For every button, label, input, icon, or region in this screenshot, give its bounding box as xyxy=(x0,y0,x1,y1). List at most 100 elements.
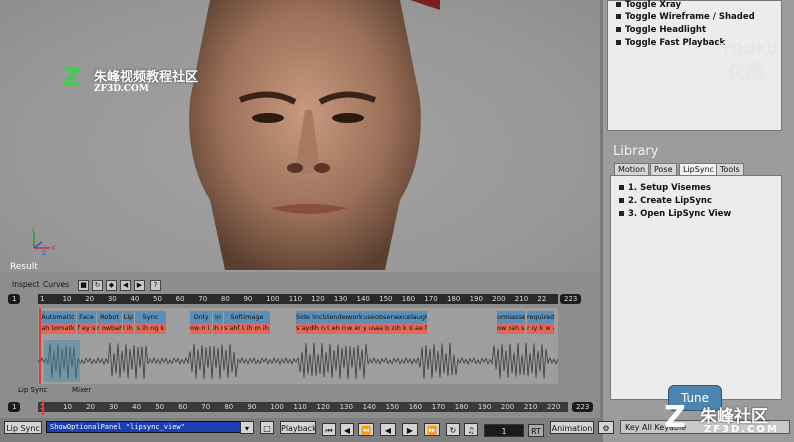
go-start-icon[interactable]: ⏮ xyxy=(322,423,336,436)
ruler-tick-label: 160 xyxy=(401,295,416,303)
toggle-headlight[interactable]: Toggle Headlight xyxy=(616,25,706,35)
ruler-tick-label: 130 xyxy=(339,403,353,411)
prev-frame-icon[interactable]: ◀ xyxy=(340,423,354,436)
help-icon[interactable]: ? xyxy=(150,280,161,291)
toggle-wireframe[interactable]: Toggle Wireframe / Shaded xyxy=(616,12,755,22)
library-item-setup-visemes[interactable]: 1. Setup Visemes xyxy=(619,183,711,193)
ruler-tick-label: 20 xyxy=(85,295,95,303)
command-history-icon[interactable]: ▾ xyxy=(240,421,254,434)
ruler-tick-label: 30 xyxy=(107,295,117,303)
lower-timeline-ruler[interactable]: 1102030405060708090100110120130140150160… xyxy=(38,402,568,412)
viseme-block[interactable]: Softimages ahf t ih m ih jh xyxy=(224,311,270,335)
tab-mixer[interactable]: Mixer xyxy=(72,386,91,394)
ruler-tick-label: 190 xyxy=(477,403,492,411)
rt-toggle[interactable]: RT xyxy=(528,424,544,437)
bullet-icon xyxy=(616,27,621,32)
viseme-block[interactable]: Face f ey s xyxy=(77,311,96,335)
ruler-tick-label: 110 xyxy=(288,295,303,303)
ruler-tick-label: 190 xyxy=(469,295,483,303)
lower-start-frame[interactable]: 1 xyxy=(8,402,21,412)
mode-button[interactable]: Lip Sync xyxy=(4,421,42,434)
ruler-tick-label: 50 xyxy=(155,403,165,411)
playback-button[interactable]: Playback xyxy=(280,421,317,434)
ruler-tick-label: 210 xyxy=(523,403,538,411)
current-frame-field[interactable]: 1 xyxy=(484,424,524,437)
ruler-tick-label: 200 xyxy=(492,295,506,303)
viseme-block[interactable]: Lipl ih p xyxy=(123,311,134,335)
lower-playhead[interactable] xyxy=(42,401,44,415)
bullet-icon xyxy=(616,40,621,45)
audio-icon[interactable]: ♫ xyxy=(464,423,478,436)
viseme-block[interactable]: omissionow m ih sh ah n xyxy=(497,311,511,335)
ruler-tick-label: 150 xyxy=(379,295,393,303)
lower-end-frame[interactable]: 223 xyxy=(572,402,594,412)
viseme-phonemes: aa b z er v ey sh ah n xyxy=(375,323,395,334)
refresh-icon[interactable]: ↻ xyxy=(92,280,103,291)
viseme-block[interactable]: excessiveih k s eh s ih v xyxy=(395,311,411,335)
ruler-tick-label: 60 xyxy=(178,403,188,411)
tab-curves[interactable]: Curves xyxy=(43,280,69,289)
next-key-icon[interactable]: ⏩ xyxy=(424,423,440,436)
viseme-block[interactable]: Onlyow n l iy xyxy=(190,311,212,335)
viseme-word: Robot xyxy=(97,311,122,323)
viseme-block[interactable]: inih n xyxy=(213,311,223,335)
viseme-word: in xyxy=(213,311,223,323)
lock-icon[interactable]: ■ xyxy=(78,280,89,291)
playhead[interactable] xyxy=(39,308,41,384)
axis-gizmo-icon: Y X Z xyxy=(30,228,55,257)
viseme-block[interactable]: requiredr iy k w ay er d xyxy=(527,311,554,335)
ruler-tick-label: 70 xyxy=(201,403,211,411)
viseme-phonemes: r iy k w ay er d xyxy=(527,323,554,334)
viseme-word: Include xyxy=(313,311,327,323)
viewport-label: Result xyxy=(10,262,38,272)
ruler-tick-label: 70 xyxy=(198,295,208,303)
viseme-block[interactable]: usey uw z xyxy=(363,311,375,335)
ruler-tick-label: 170 xyxy=(424,295,438,303)
library-item-open-lipsync-view[interactable]: 3. Open LipSync View xyxy=(619,209,731,219)
toggle-xray[interactable]: Toggle Xray xyxy=(616,0,681,10)
ruler-tick-label: 140 xyxy=(356,295,370,303)
settings-icon[interactable]: ⚙ xyxy=(598,421,614,434)
watermark-bottom-en: ZF3D.COM xyxy=(704,424,779,435)
library-item-create-lipsync[interactable]: 2. Create LipSync xyxy=(619,196,712,206)
toggle-fast-playback[interactable]: Toggle Fast Playback xyxy=(616,38,725,48)
script-icon[interactable]: □ xyxy=(260,421,274,434)
play-back-icon[interactable]: ◀ xyxy=(380,423,396,436)
play-icon[interactable]: ▶ xyxy=(402,423,418,436)
viseme-block[interactable]: Automatic ah tomatk xyxy=(40,311,76,335)
viseme-word: excessive xyxy=(395,311,411,323)
bullet-icon xyxy=(616,2,621,7)
loop-icon[interactable]: ↻ xyxy=(446,423,460,436)
viseme-block[interactable]: laughterl ae f t er xyxy=(411,311,427,335)
prev-icon[interactable]: ◀ xyxy=(120,280,131,291)
3d-viewport[interactable]: Z 朱峰视频教程社区 ZF3D.COM Y X Z Result xyxy=(0,0,600,272)
viseme-block[interactable]: Includeih n k l uw d xyxy=(313,311,327,335)
command-line[interactable]: ShowOptionalPanel "lipsync_view" xyxy=(46,421,241,433)
viseme-word: Sync xyxy=(135,311,166,323)
key-icon[interactable]: ◆ xyxy=(106,280,117,291)
ruler-tick-label: 60 xyxy=(175,295,185,303)
viseme-word: laughter xyxy=(411,311,427,323)
timeline-ruler[interactable]: 1 10 20 30 40 50 60 70 80 90 100 110 120 130 140 150 160… xyxy=(38,294,558,304)
tab-inspect[interactable]: Inspect xyxy=(12,280,39,289)
end-frame-field[interactable]: 223 xyxy=(560,294,582,304)
viseme-block[interactable]: Robotr owbaht xyxy=(97,311,122,335)
audio-waveform[interactable] xyxy=(38,338,558,384)
viseme-block[interactable]: tendenciest eh n d ah n s iy z xyxy=(327,311,347,335)
viseme-block[interactable]: workstationw er k s t ey sh ah n xyxy=(347,311,363,335)
viseme-block[interactable]: Sync s ih ng k xyxy=(135,311,166,335)
viseme-block[interactable]: Side Effectss aydifekts xyxy=(296,311,313,335)
viseme-phonemes: s ih ng k xyxy=(135,323,166,334)
tab-lip-sync[interactable]: Lip Sync xyxy=(18,386,47,394)
viseme-block[interactable]: assembleah s eh m b ah l xyxy=(511,311,525,335)
start-frame-field[interactable]: 1 xyxy=(8,294,21,304)
viseme-block[interactable]: observationaa b z er v ey sh ah n xyxy=(375,311,395,335)
bullet-icon xyxy=(619,211,624,216)
animation-button[interactable]: Animation xyxy=(550,421,594,434)
prev-key-icon[interactable]: ⏪ xyxy=(358,423,374,436)
ruler-tick-label: 50 xyxy=(153,295,162,303)
next-icon[interactable]: ▶ xyxy=(134,280,145,291)
character-head-render xyxy=(189,0,440,270)
ruler-tick-label: 150 xyxy=(385,403,400,411)
waveform-selection[interactable] xyxy=(44,340,80,382)
